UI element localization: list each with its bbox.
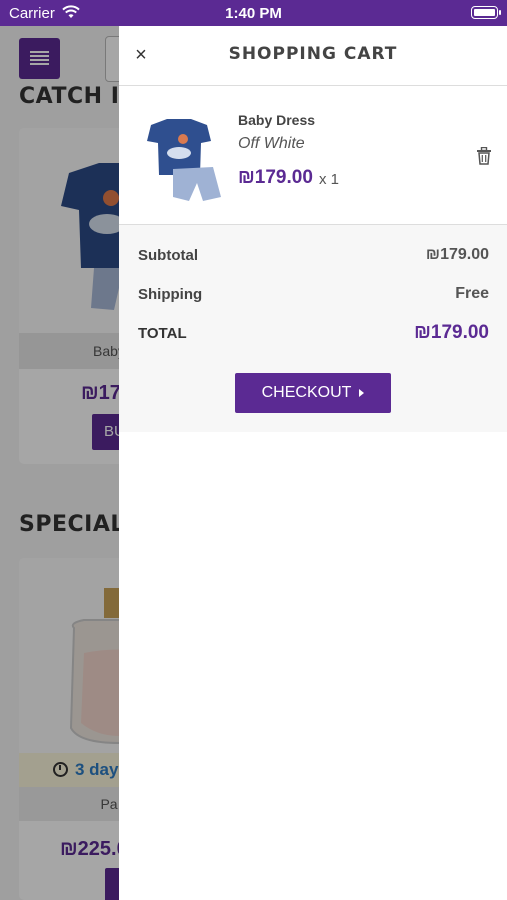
cart-item-price: ₪179.00	[238, 167, 313, 188]
battery-tip	[499, 10, 501, 15]
cart-summary: Subtotal ₪179.00 Shipping Free TOTAL ₪17…	[119, 225, 507, 432]
total-value: ₪179.00	[414, 322, 489, 343]
trash-icon[interactable]	[476, 147, 492, 165]
shipping-label: Shipping	[138, 286, 203, 303]
drawer-title: SHOPPING CART	[228, 44, 398, 64]
status-bar: Carrier 1:40 PM	[0, 0, 507, 26]
caret-right-icon	[359, 388, 365, 397]
subtotal-value: ₪179.00	[425, 246, 489, 263]
cart-item-name: Baby Dress	[238, 112, 316, 128]
subtotal-label: Subtotal	[138, 247, 198, 264]
cart-item-image	[147, 119, 221, 201]
cart-item-variant: Off White	[238, 135, 305, 152]
shopping-cart-drawer: × SHOPPING CART Baby Dress Off White ₪17…	[119, 26, 507, 900]
shipping-value: Free	[455, 285, 489, 302]
cart-item-quantity: x 1	[319, 171, 340, 188]
total-label: TOTAL	[138, 325, 187, 342]
battery-icon	[471, 6, 498, 19]
cart-item[interactable]: Baby Dress Off White ₪179.00 x 1	[119, 87, 507, 225]
checkout-label: CHECKOUT	[261, 384, 352, 401]
clock-time: 1:40 PM	[225, 5, 282, 22]
drawer-header: × SHOPPING CART	[119, 26, 507, 86]
checkout-button[interactable]: CHECKOUT	[235, 373, 391, 413]
